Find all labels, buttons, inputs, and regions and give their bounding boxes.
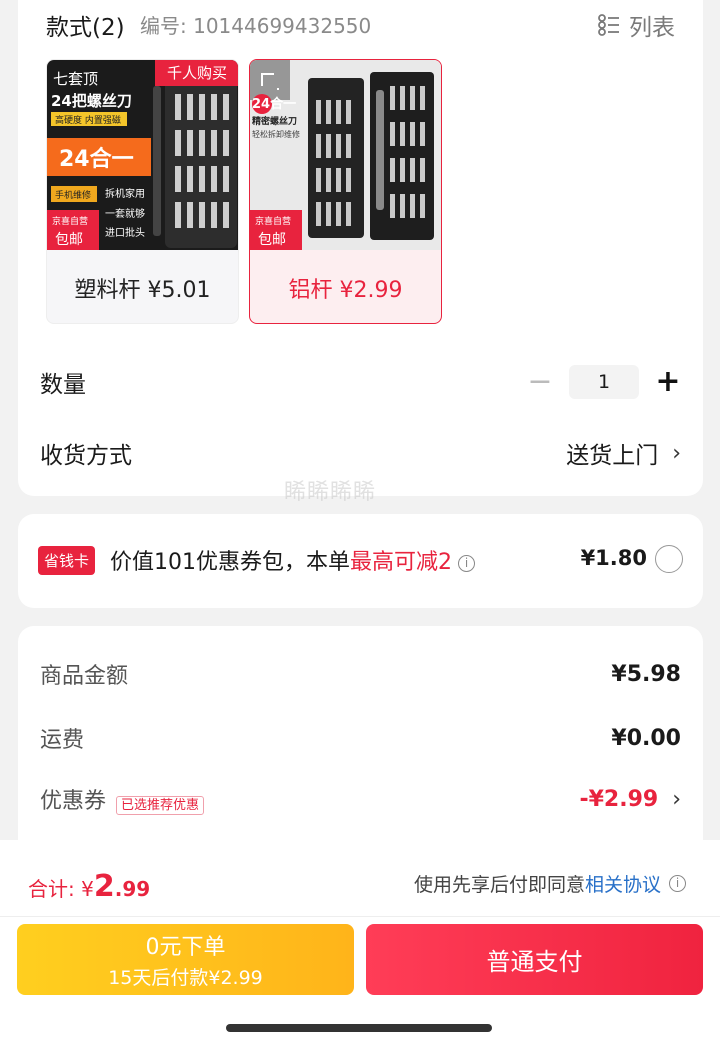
total-currency: ¥ [81,877,94,901]
spec-title: 款式(2) [46,15,125,41]
coupon-highlight: 最高可减2 [350,550,452,575]
discount-label: 优惠券 [40,789,107,814]
delivery-value: 送货上门 [566,443,659,469]
agreement-text: 使用先享后付即同意 [413,874,585,896]
normal-pay-button[interactable]: 普通支付 [366,924,703,995]
quantity-stepper: − 1 + [527,364,681,399]
freight-value: ¥0.00 [611,725,681,751]
chevron-right-icon: › [672,440,681,466]
coupon-description: 价值101优惠券包，本单最高可减2 i [110,544,475,576]
savings-card-badge: 省钱卡 [38,546,96,575]
spec-card: 款式(2) 编号: 10144699432550 列表 千人购买 七套顶 24把… [18,0,703,496]
coupon-radio[interactable] [655,545,683,573]
variant-plastic-img-free: 包邮 [55,232,83,248]
total-label: 合计: [28,877,75,901]
coupon-row[interactable]: 优惠券 已选推荐优惠 -¥2.99 › [40,783,681,815]
variant-aluminum-image: 24合一 精密螺丝刀 轻松拆卸维修 京喜自营 包邮 [250,60,441,250]
pay-later-line2: 15天后付款¥2.99 [108,967,263,989]
variant-aluminum-img-title2: 精密螺丝刀 [252,115,297,127]
goods-amount-label: 商品金额 [40,664,129,689]
quantity-input[interactable]: 1 [569,364,639,399]
variant-aluminum-img-sub: 轻松拆卸维修 [252,129,300,139]
list-label: 列表 [629,15,675,41]
coupon-text: 价值101优惠券包，本单 [110,550,350,575]
coupon-price: ¥1.80 [580,546,647,570]
variant-plastic-img-title2: 24把螺丝刀 [51,92,132,110]
quantity-label: 数量 [40,371,86,398]
variant-plastic-img-banner: 24合一 [59,146,134,172]
pay-later-line1: 0元下单 [145,935,226,960]
bottom-bar: 合计: ¥2.99 使用先享后付即同意 相关协议 i 0元下单 15天后付款¥2… [0,840,720,1044]
total-price: 合计: ¥2.99 [28,869,150,904]
quantity-plus-button[interactable]: + [655,364,681,399]
variant-aluminum-img-title1: 24合一 [252,96,296,112]
variant-plastic-img-sub: 高硬度 内置强磁 [55,114,121,126]
delivery-row[interactable]: 收货方式 送货上门 › [40,436,681,470]
quantity-row: 数量 − 1 + [40,364,681,399]
variant-plastic-img-tag1: 手机维修 [55,189,91,201]
info-icon[interactable]: i [669,875,686,892]
agreement-link[interactable]: 相关协议 [585,870,661,897]
agreement: 使用先享后付即同意 相关协议 i [414,870,686,897]
variant-plastic-img-title1: 七套顶 [53,70,98,88]
freight-label: 运费 [40,728,85,753]
chevron-right-icon: › [672,786,681,812]
pay-later-button[interactable]: 0元下单 15天后付款¥2.99 [17,924,354,995]
variant-aluminum[interactable]: 24合一 精密螺丝刀 轻松拆卸维修 京喜自营 包邮 铝杆 ¥2.99 [249,59,442,324]
variant-plastic-img-tag4: 进口批头 [105,226,145,239]
watermark: 睎睎睎睎 [284,480,377,505]
freight-row: 运费 ¥0.00 [40,722,681,754]
sku-number: 编号: 10144699432550 [140,14,372,38]
list-icon [598,14,619,36]
variant-plastic-img-jd: 京喜自营 [52,215,88,227]
variant-plastic-img-tag2: 拆机家用 [105,187,145,200]
variant-plastic-image: 千人购买 七套顶 24把螺丝刀 高硬度 内置强磁 24合一 手机维修 拆机家用 … [47,60,238,250]
info-icon[interactable]: i [458,554,475,572]
variant-aluminum-img-jd: 京喜自营 [255,215,291,227]
quantity-minus-button[interactable]: − [527,364,553,399]
variant-plastic-hot-badge: 千人购买 [167,64,227,82]
delivery-label: 收货方式 [40,443,132,469]
variant-aluminum-label: 铝杆 ¥2.99 [288,277,403,303]
variant-plastic-img-tag3: 一套就够 [105,207,145,220]
total-integer: 2 [93,869,115,904]
variant-plastic[interactable]: 千人购买 七套顶 24把螺丝刀 高硬度 内置强磁 24合一 手机维修 拆机家用 … [46,59,239,324]
home-indicator[interactable] [226,1024,492,1032]
variant-aluminum-img-free: 包邮 [258,232,286,248]
divider [0,916,720,917]
discount-value: -¥2.99 [579,786,659,812]
list-view-toggle[interactable]: 列表 [597,8,675,42]
goods-amount-row: 商品金额 ¥5.98 [40,658,681,690]
variant-plastic-label: 塑料杆 ¥5.01 [74,277,211,303]
recommended-tag: 已选推荐优惠 [116,796,205,815]
total-decimal: .99 [114,877,151,901]
goods-amount-value: ¥5.98 [611,661,681,687]
coupon-card[interactable]: 省钱卡 价值101优惠券包，本单最高可减2 i ¥1.80 [18,514,703,608]
